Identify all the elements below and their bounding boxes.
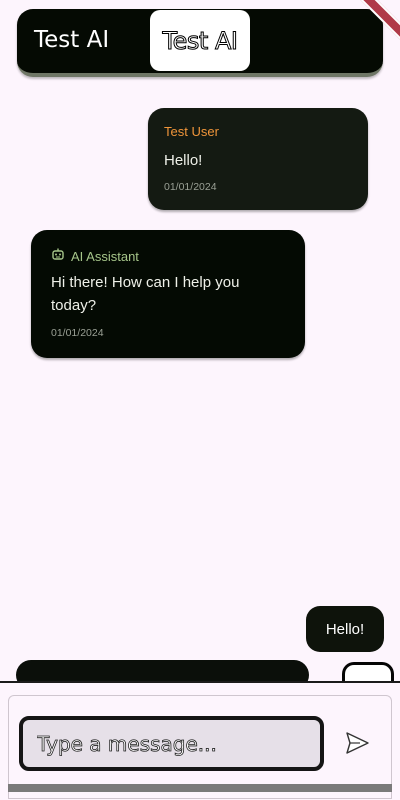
message-bubble-user[interactable]: Test User Hello! 01/01/2024 <box>148 108 368 210</box>
bottom-scrollbar[interactable] <box>8 784 392 792</box>
message-timestamp: 01/01/2024 <box>51 327 104 339</box>
message-input-field[interactable] <box>19 716 324 771</box>
message-input[interactable] <box>23 720 320 767</box>
sender-name: Test User <box>164 124 219 139</box>
robot-icon <box>51 247 65 266</box>
sender-row: AI Assistant <box>51 247 139 266</box>
message-timestamp: 01/01/2024 <box>164 181 217 193</box>
app-title: Test AI <box>34 27 110 53</box>
send-button[interactable] <box>340 728 374 762</box>
send-icon <box>344 730 370 761</box>
sender-row: Test User <box>164 124 219 139</box>
message-text: Hi there! How can I help you today? <box>51 274 240 314</box>
title-chip-label: Test AI <box>162 26 238 55</box>
app-bar: Test AI Test AI <box>17 9 383 77</box>
message-bubble-ai[interactable]: AI Assistant Hi there! How can I help yo… <box>31 230 305 358</box>
debug-banner <box>340 0 400 60</box>
title-chip[interactable]: Test AI <box>150 10 250 71</box>
latest-message-bubble[interactable]: Hello! <box>306 606 384 652</box>
sender-name: AI Assistant <box>71 249 139 264</box>
debug-ribbon <box>346 0 400 51</box>
message-text: Hello! <box>164 152 203 169</box>
